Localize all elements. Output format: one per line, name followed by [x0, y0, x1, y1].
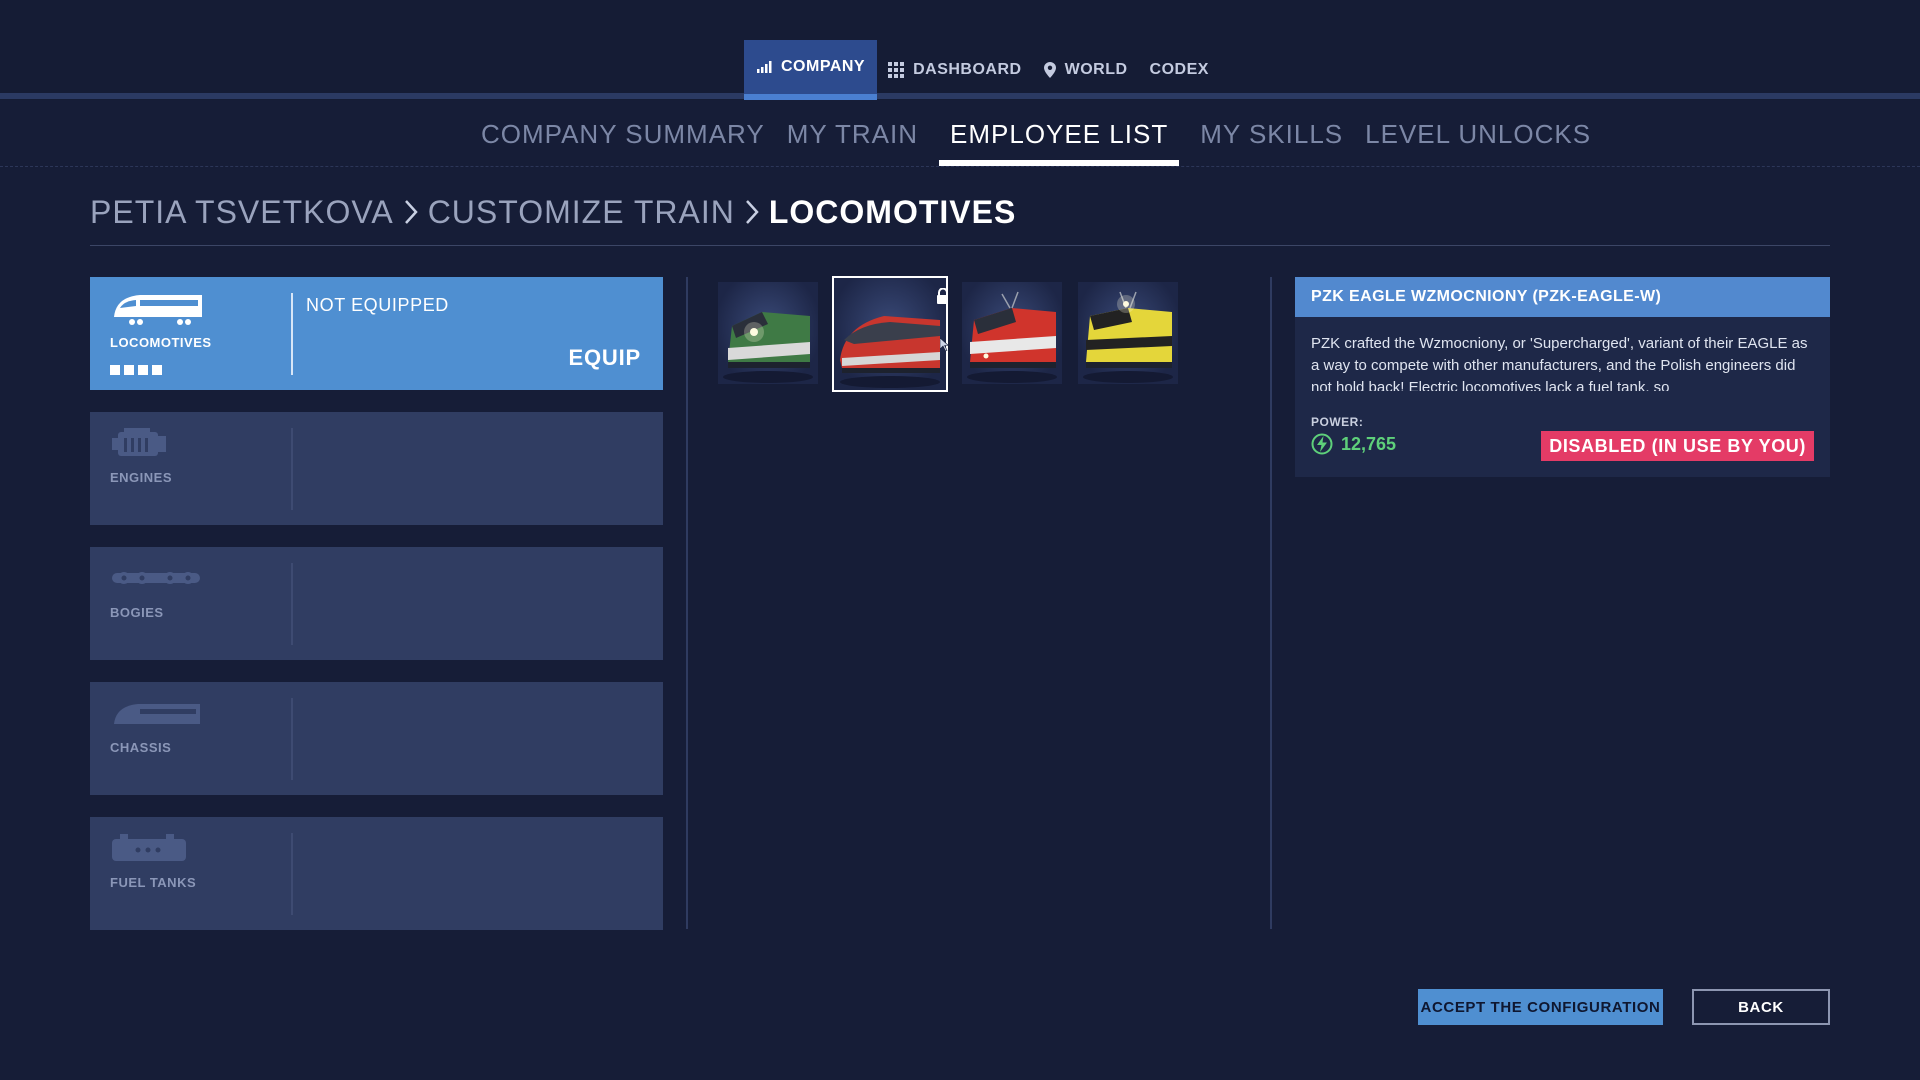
sub-nav: COMPANY SUMMARY MY TRAIN EMPLOYEE LIST M…: [470, 116, 1602, 168]
level-indicator: [110, 365, 162, 375]
mouse-cursor-icon: [939, 337, 950, 357]
locomotive-title: PZK EAGLE WZMOCNIONY (PZK-EAGLE-W): [1295, 277, 1830, 317]
breadcrumb-customize-train[interactable]: CUSTOMIZE TRAIN: [428, 194, 735, 231]
nav-company-label: COMPANY: [781, 58, 866, 75]
locomotive-thumb-yellow-black[interactable]: [1078, 282, 1178, 384]
tab-my-train[interactable]: MY TRAIN: [776, 116, 929, 166]
power-stat: 12,765: [1311, 433, 1396, 455]
nav-codex-label: CODEX: [1149, 61, 1209, 78]
locomotive-thumb-red-white[interactable]: [962, 282, 1062, 384]
bogie-icon: [110, 561, 200, 599]
breadcrumb-divider: [90, 245, 1830, 246]
column-divider-left: [686, 277, 688, 929]
nav-dashboard-label: DASHBOARD: [913, 61, 1022, 78]
map-pin-icon: [1043, 62, 1056, 78]
category-divider: [291, 293, 293, 375]
nav-company[interactable]: COMPANY: [744, 40, 878, 100]
tab-company-summary[interactable]: COMPANY SUMMARY: [470, 116, 776, 166]
back-button[interactable]: BACK: [1692, 989, 1830, 1025]
chassis-icon: [110, 696, 200, 734]
status-badge: DISABLED (IN USE BY YOU): [1541, 431, 1814, 461]
breadcrumb-current: LOCOMOTIVES: [768, 193, 1017, 230]
signal-bars-icon: [756, 60, 772, 74]
tab-employee-list[interactable]: EMPLOYEE LIST: [939, 116, 1180, 166]
equip-button[interactable]: EQUIP: [569, 345, 641, 371]
locomotive-description[interactable]: PZK crafted the Wzmocniony, or 'Supercha…: [1295, 317, 1830, 391]
locomotive-thumb-red-highspeed[interactable]: [832, 276, 948, 392]
locomotive-thumb-green[interactable]: [718, 282, 818, 384]
power-label: POWER:: [1311, 415, 1364, 429]
fuel-tank-icon: [110, 831, 200, 869]
nav-world-label: WORLD: [1064, 61, 1128, 78]
breadcrumb: PETIA TSVETKOVA CUSTOMIZE TRAIN LOCOMOTI…: [90, 188, 1016, 236]
column-divider-right: [1270, 277, 1272, 929]
category-divider: [291, 428, 293, 510]
lightning-icon: [1311, 433, 1333, 455]
category-label: FUEL TANKS: [110, 875, 197, 890]
chevron-right-icon: [745, 199, 759, 225]
top-nav: COMPANY DASHBOARD WORLD CODEX: [744, 40, 1220, 100]
category-label: CHASSIS: [110, 740, 172, 755]
category-engines[interactable]: ENGINES: [90, 412, 663, 525]
tab-level-unlocks[interactable]: LEVEL UNLOCKS: [1354, 116, 1602, 166]
locomotive-icon: [110, 291, 202, 329]
nav-world[interactable]: WORLD: [1033, 40, 1139, 100]
category-label: LOCOMOTIVES: [110, 335, 212, 350]
nav-codex[interactable]: CODEX: [1139, 40, 1220, 100]
category-divider: [291, 563, 293, 645]
category-bogies[interactable]: BOGIES: [90, 547, 663, 660]
nav-dashboard[interactable]: DASHBOARD: [877, 40, 1033, 100]
equip-status: NOT EQUIPPED: [306, 295, 449, 315]
chevron-right-icon: [404, 199, 418, 225]
category-chassis[interactable]: CHASSIS: [90, 682, 663, 795]
accept-configuration-button[interactable]: ACCEPT THE CONFIGURATION: [1418, 989, 1663, 1025]
tab-my-skills[interactable]: MY SKILLS: [1189, 116, 1354, 166]
category-divider: [291, 833, 293, 915]
category-label: BOGIES: [110, 605, 164, 620]
locomotive-thumbnails: [718, 276, 1178, 392]
app-root: COMPANY DASHBOARD WORLD CODEX COMPANY SU…: [0, 0, 1920, 1080]
power-value: 12,765: [1341, 433, 1397, 454]
category-label: ENGINES: [110, 470, 173, 485]
breadcrumb-employee[interactable]: PETIA TSVETKOVA: [90, 194, 394, 231]
locomotive-detail-panel: PZK EAGLE WZMOCNIONY (PZK-EAGLE-W) PZK c…: [1295, 277, 1830, 477]
category-locomotives[interactable]: LOCOMOTIVES NOT EQUIPPED EQUIP: [90, 277, 663, 390]
grid-icon: [888, 62, 905, 78]
sub-nav-divider: [0, 166, 1920, 167]
category-list: LOCOMOTIVES NOT EQUIPPED EQUIP ENGINES B…: [90, 277, 663, 952]
category-divider: [291, 698, 293, 780]
category-fuel-tanks[interactable]: FUEL TANKS: [90, 817, 663, 930]
engine-icon: [110, 426, 200, 464]
